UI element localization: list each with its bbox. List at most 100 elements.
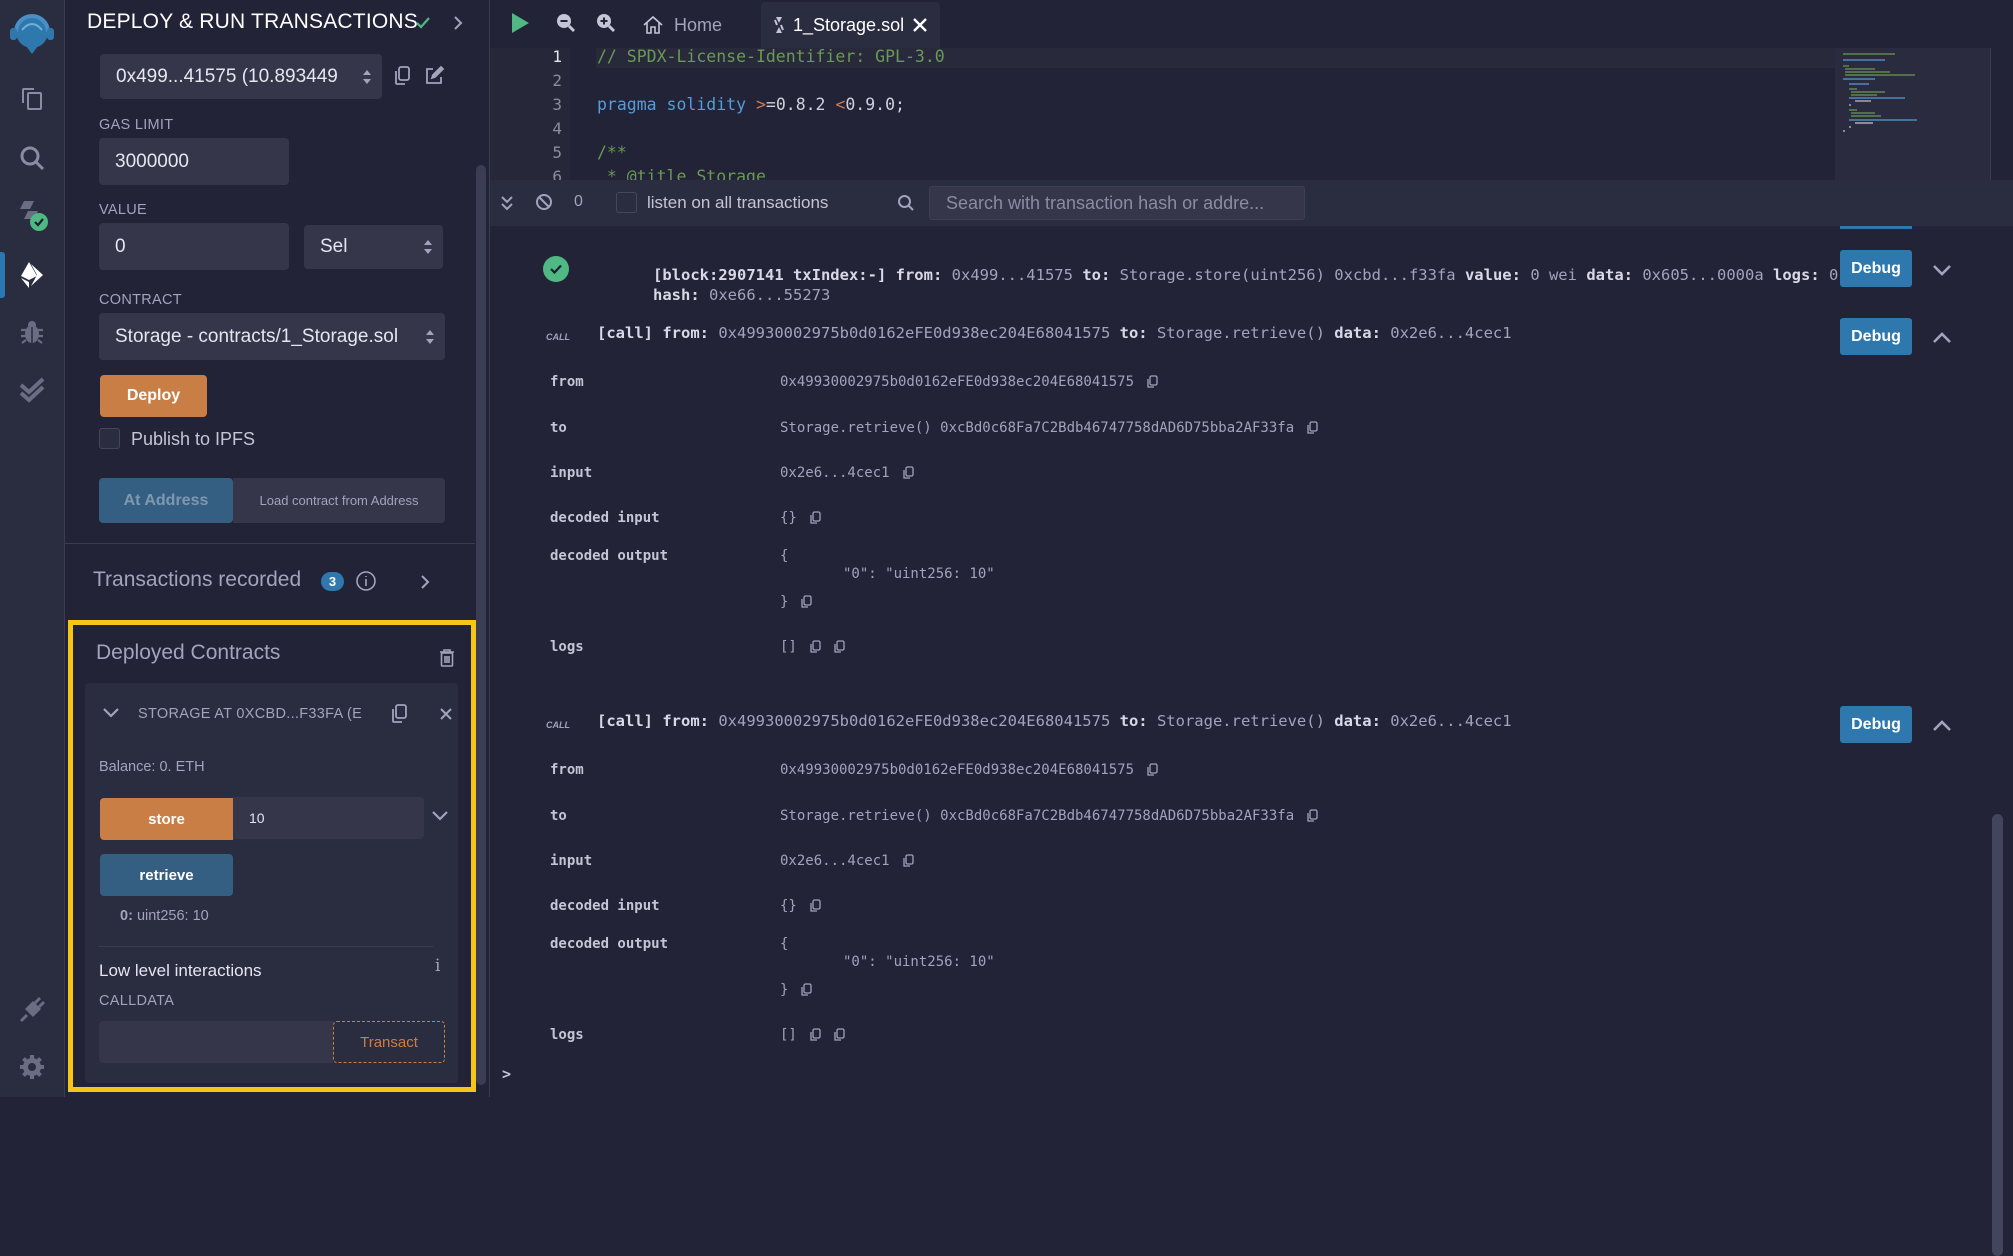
detail-key: to	[550, 420, 567, 436]
debugger-icon[interactable]	[12, 312, 52, 352]
zoom-out-icon[interactable]	[556, 13, 576, 38]
copy-icon[interactable]	[1146, 375, 1158, 389]
detail-value-text: {}	[780, 510, 797, 526]
detail-key: logs	[550, 639, 584, 655]
tab-bar: Home 1_Storage.sol	[490, 0, 2013, 48]
terminal-scrollbar[interactable]	[1992, 814, 2003, 1256]
line-number: 6	[552, 167, 562, 180]
call-summary[interactable]: [call] from: 0x49930002975b0d0162eFE0d93…	[597, 712, 1512, 730]
decoded-output-close: }	[780, 594, 813, 610]
copy-icon[interactable]	[800, 595, 813, 609]
search-icon[interactable]	[12, 138, 52, 178]
deployed-contracts-highlight	[68, 620, 476, 1092]
divider	[65, 543, 475, 544]
detail-key: from	[550, 374, 584, 390]
detail-value-text: Storage.retrieve() 0xcBd0c68Fa7C2Bdb4674…	[780, 808, 1295, 824]
transaction-search-input[interactable]: Search with transaction hash or addre...	[929, 186, 1305, 220]
settings-gear-icon[interactable]	[12, 1047, 52, 1087]
contract-select[interactable]: Storage - contracts/1_Storage.sol	[99, 313, 445, 360]
copy-icon[interactable]	[833, 640, 845, 654]
decoded-output-body: "0": "uint256: 10"	[843, 954, 995, 970]
at-address-button[interactable]: At Address	[99, 478, 233, 523]
value-input[interactable]: 0	[99, 223, 289, 270]
detail-value-text: []	[780, 639, 797, 655]
listen-all-checkbox[interactable]	[616, 192, 637, 213]
close-tab-icon[interactable]	[912, 17, 928, 33]
detail-key: decoded input	[550, 510, 660, 526]
call-tag: CALL	[546, 720, 570, 730]
deploy-run-icon[interactable]	[12, 255, 52, 295]
panel-scrollbar[interactable]	[476, 165, 486, 1085]
copy-icon[interactable]	[809, 640, 821, 654]
copy-icon[interactable]	[1146, 763, 1158, 777]
debug-button[interactable]: Debug	[1840, 706, 1912, 743]
copy-icon[interactable]	[809, 1028, 821, 1042]
listen-all-label: listen on all transactions	[647, 193, 829, 212]
collapse-call-chevron-icon[interactable]	[1930, 714, 1954, 738]
editor-scrollbar[interactable]	[1990, 48, 1991, 180]
terminal-output: [block:2907141 txIndex:-] from: 0x499...…	[490, 226, 2013, 1256]
expand-tx-chevron-icon[interactable]	[1930, 258, 1954, 282]
value-unit-select[interactable]: Sel	[304, 225, 443, 269]
run-script-play-icon[interactable]	[510, 12, 530, 39]
contract-label: CONTRACT	[99, 292, 182, 308]
detail-value: 0x49930002975b0d0162eFE0d938ec204E680415…	[780, 374, 1158, 390]
editor-minimap[interactable]	[1835, 48, 1990, 180]
deploy-button[interactable]: Deploy	[100, 375, 207, 417]
code-line: pragma solidity >=0.8.2 <0.9.0;	[597, 95, 905, 114]
select-arrows-icon	[426, 329, 434, 344]
detail-value: Storage.retrieve() 0xcBd0c68Fa7C2Bdb4674…	[780, 808, 1318, 824]
detail-value: {}	[780, 510, 821, 526]
gas-limit-input[interactable]: 3000000	[99, 138, 289, 185]
code-editor[interactable]: 1 2 3 4 5 6 // SPDX-License-Identifier: …	[490, 48, 2013, 180]
transactions-expand-chevron-icon[interactable]	[418, 572, 432, 597]
collapse-terminal-icon[interactable]	[500, 194, 514, 217]
solidity-compiler-icon[interactable]	[12, 195, 52, 235]
publish-ipfs-checkbox[interactable]	[99, 428, 120, 449]
detail-value: 0x2e6...4cec1	[780, 465, 914, 481]
copy-icon[interactable]	[1306, 421, 1318, 435]
copy-icon[interactable]	[1306, 809, 1318, 823]
load-address-input[interactable]: Load contract from Address	[233, 478, 445, 523]
call-summary[interactable]: [call] from: 0x49930002975b0d0162eFE0d93…	[597, 324, 1512, 342]
solidity-file-icon	[774, 17, 784, 33]
info-icon[interactable]	[355, 570, 377, 597]
select-arrows-icon	[363, 69, 371, 84]
detail-value-text: 0x2e6...4cec1	[780, 853, 890, 869]
debug-button[interactable]: Debug	[1840, 250, 1912, 287]
detail-value-text: []	[780, 1027, 797, 1043]
edit-account-icon[interactable]	[423, 65, 445, 92]
publish-ipfs-label: Publish to IPFS	[131, 429, 256, 449]
copy-icon[interactable]	[809, 899, 821, 913]
detail-key: decoded output	[550, 936, 669, 952]
copy-icon[interactable]	[902, 466, 914, 480]
line-number: 3	[552, 95, 562, 114]
detail-key: logs	[550, 1027, 584, 1043]
code-line: * @title Storage	[597, 167, 766, 180]
copy-icon[interactable]	[833, 1028, 845, 1042]
panel-collapse-chevron-icon[interactable]	[450, 13, 466, 38]
debug-button[interactable]: Debug	[1840, 318, 1912, 355]
copy-icon[interactable]	[809, 511, 821, 525]
account-select[interactable]: 0x499...41575 (10.893449	[100, 54, 382, 99]
copy-icon[interactable]	[800, 983, 813, 997]
call-tag: CALL	[546, 332, 570, 342]
unit-testing-icon[interactable]	[12, 370, 52, 410]
debug-button-partial[interactable]	[1840, 226, 1912, 229]
line-number: 2	[552, 71, 562, 90]
plugin-manager-icon[interactable]	[12, 990, 52, 1030]
detail-key: from	[550, 762, 584, 778]
zoom-in-icon[interactable]	[596, 13, 616, 38]
terminal-prompt[interactable]: >	[502, 1065, 511, 1083]
clear-console-icon[interactable]	[535, 193, 553, 216]
detail-value: 0x2e6...4cec1	[780, 853, 914, 869]
detail-value-text: 0x49930002975b0d0162eFE0d938ec204E680415…	[780, 762, 1135, 778]
tab-home[interactable]: Home	[642, 2, 762, 48]
file-explorer-icon[interactable]	[12, 79, 52, 119]
remix-logo-icon[interactable]	[6, 8, 58, 60]
tab-1-storage-sol[interactable]: 1_Storage.sol	[761, 2, 940, 48]
collapse-call-chevron-icon[interactable]	[1930, 326, 1954, 350]
copy-icon[interactable]	[902, 854, 914, 868]
code-line: /**	[597, 143, 627, 162]
copy-account-icon[interactable]	[392, 65, 412, 92]
